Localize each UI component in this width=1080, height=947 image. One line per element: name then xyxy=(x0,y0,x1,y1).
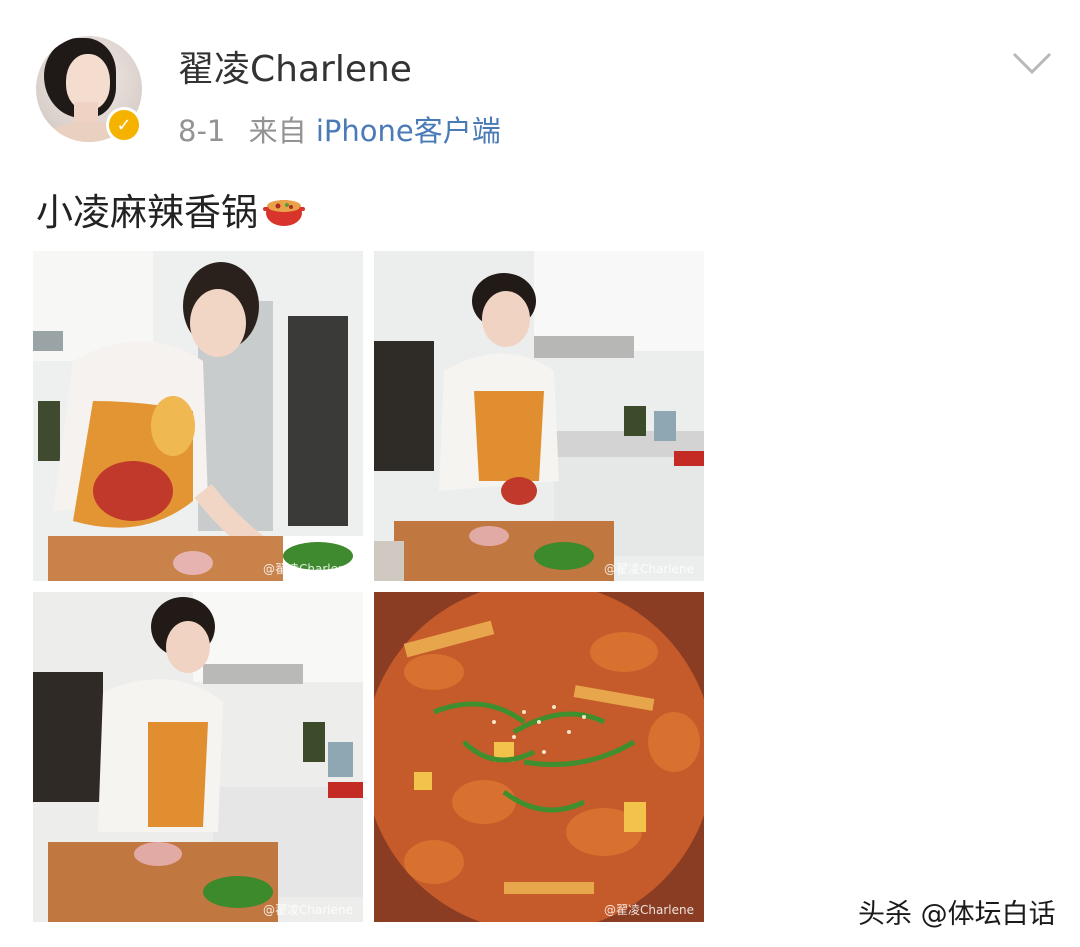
photo-watermark: @翟凌Charlene xyxy=(263,903,353,917)
hotpot-icon xyxy=(263,200,305,226)
post-date: 8-1 xyxy=(178,114,226,148)
photo-watermark: @翟凌Charlene xyxy=(604,903,694,917)
post-meta: 8-1 来自 iPhone客户端 xyxy=(178,108,501,150)
photo-watermark: @翟凌Charlene xyxy=(263,562,353,576)
post-photo-3[interactable]: @翟凌Charlene xyxy=(33,592,363,922)
source-prefix: 来自 xyxy=(248,114,307,148)
post-photo-4[interactable]: @翟凌Charlene xyxy=(374,592,704,922)
chevron-down-icon[interactable] xyxy=(1010,48,1054,78)
post-photo-1[interactable]: @翟凌Charlene xyxy=(33,251,363,581)
photo-watermark: @翟凌Charlene xyxy=(604,562,694,576)
verified-badge-icon: ✓ xyxy=(106,107,142,143)
post-photo-2[interactable]: @翟凌Charlene xyxy=(374,251,704,581)
post-source[interactable]: iPhone客户端 xyxy=(316,114,501,148)
post-text: 小凌麻辣香锅 xyxy=(36,182,306,236)
username[interactable]: 翟凌Charlene xyxy=(178,40,412,92)
source-watermark: 头杀 @体坛白话 xyxy=(858,899,1056,930)
post-text-content: 小凌麻辣香锅 xyxy=(36,191,258,234)
